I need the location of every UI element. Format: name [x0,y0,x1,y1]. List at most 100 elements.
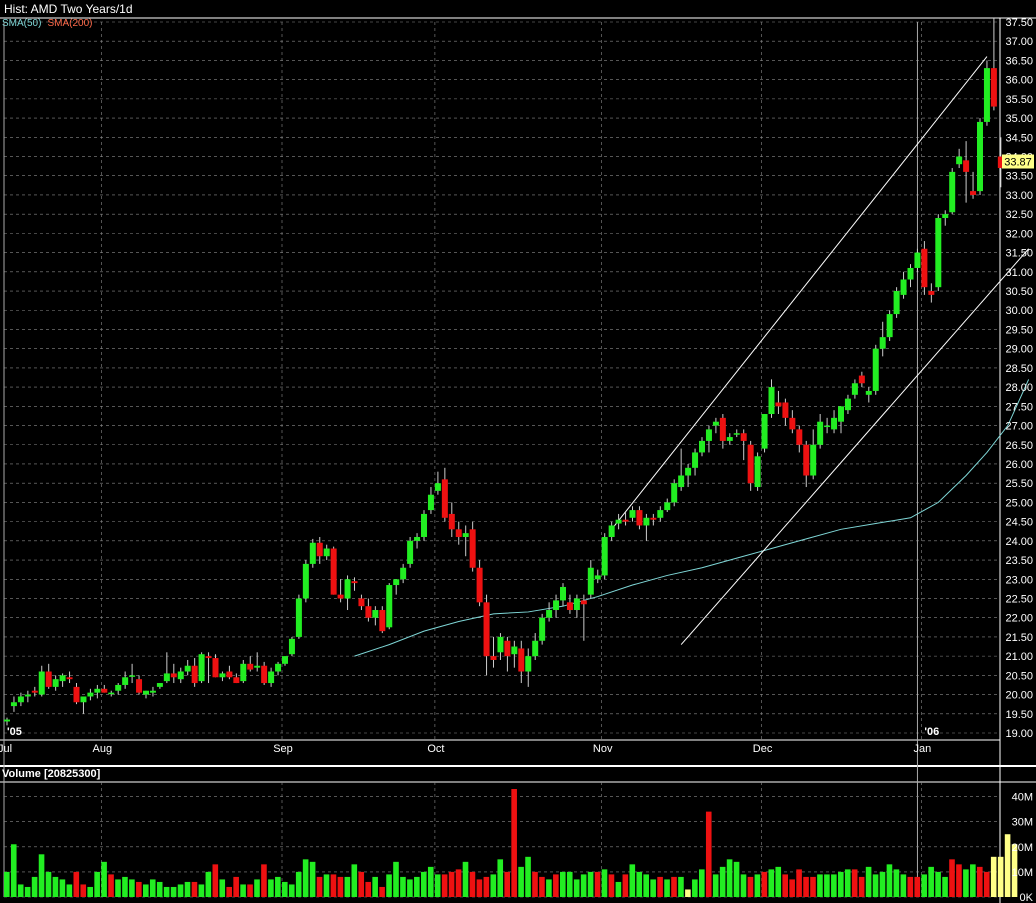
candle [448,502,455,537]
sma50-line [354,379,1030,657]
chart-window: 19.00 19.50 20.00 20.50 21.00 21.50 22.00 22.50… [0,0,1036,903]
candle-body [469,529,476,568]
candle-body [824,425,831,428]
price-tick-label: 37.50 [1005,17,1033,29]
volume-tick-label: 30M [1012,817,1033,829]
volume-title: Volume [2,768,41,780]
candle-body [608,525,615,537]
volume-bar [483,876,490,897]
volume-bar [615,881,622,897]
price-tick-label: 28.00 [1005,382,1033,394]
candle-body [275,663,282,672]
volume-bar [768,869,775,897]
volume-bar [149,879,156,897]
volume-bar [38,854,45,897]
volume-bar [469,871,476,897]
candle-body [323,548,330,557]
volume-bar [587,871,594,897]
candle [344,575,351,611]
candle [907,264,914,288]
candle-body [309,542,316,564]
candle [685,463,692,488]
candle [4,717,10,726]
candle-body [476,567,483,603]
price-volume-chart[interactable]: 19.00 19.50 20.00 20.50 21.00 21.50 22.00 22.50… [0,0,1036,903]
price-tick-label: 36.50 [1005,55,1033,67]
time-tick-label: Jul [0,743,12,755]
candle [963,141,970,203]
candle-body [629,510,636,518]
volume-tick-label: 40M [1012,792,1033,804]
volume-bar [844,869,851,897]
volume-bar [664,879,670,897]
price-tick-label: 24.50 [1005,517,1033,529]
volume-bar [219,879,226,897]
sma200-legend-label[interactable]: SMA(200) [47,18,92,29]
price-tick-label: 33.50 [1005,171,1033,183]
candle [858,371,865,388]
volume-tick-label: 20M [1012,842,1033,854]
candle-body [761,414,768,449]
candle-body [108,692,115,695]
candle [553,594,560,618]
candle [977,118,983,195]
candle-body [858,375,865,384]
volume-bar [921,874,927,897]
price-tick-label: 34.50 [1005,132,1033,144]
volume-bar [156,881,163,897]
volume-bar [740,874,747,897]
volume-bar [87,886,93,897]
price-tick-label: 23.00 [1005,574,1033,586]
volume-bar [851,869,858,897]
candle-body [782,402,789,418]
volume-bar [997,856,1004,897]
candle-body [712,421,719,426]
volume-bar [414,876,420,897]
volume-bar [101,861,107,897]
candle-body [601,536,608,576]
volume-bar [386,874,392,897]
candle [455,521,462,545]
candle-body [191,665,198,684]
candle-body [990,68,997,107]
volume-bar [553,874,559,897]
volume-bar [268,879,274,897]
candle [441,467,448,522]
candle [539,613,546,645]
sma50-legend-label[interactable]: SMA(50) [2,18,41,29]
candle-body [393,579,400,586]
time-tick-label: Aug [93,743,113,755]
candle-body [344,579,351,599]
volume-bar [956,864,962,897]
candle-body [434,483,441,491]
price-tick-label: 22.50 [1005,593,1033,605]
trend-channel-lower [680,248,1030,645]
candle-body [553,600,560,611]
candle [476,560,483,607]
volume-bar [17,884,24,897]
candle-body [740,433,747,441]
price-tick-label: 35.50 [1005,94,1033,106]
candle-body [768,387,775,415]
volume-bar [977,866,983,897]
candle-body [233,677,240,684]
volume-bar [497,859,504,897]
candle-body [831,417,838,430]
price-tick-label: 36.00 [1005,75,1033,87]
volume-bar [782,874,788,897]
volume-bar [323,874,330,897]
price-tick-label: 20.00 [1005,690,1033,702]
candle-body [365,606,372,618]
volume-bar [59,879,66,897]
volume-bar [789,879,795,897]
candle [94,684,101,699]
candle-body [400,567,407,580]
candle-body [733,433,740,435]
candle [38,665,45,697]
volume-bar [198,884,205,897]
volume-bar [407,879,413,897]
volume-bar [476,879,483,897]
candle [768,379,775,418]
candle-body [636,510,643,526]
price-tick-label: 26.50 [1005,440,1033,452]
